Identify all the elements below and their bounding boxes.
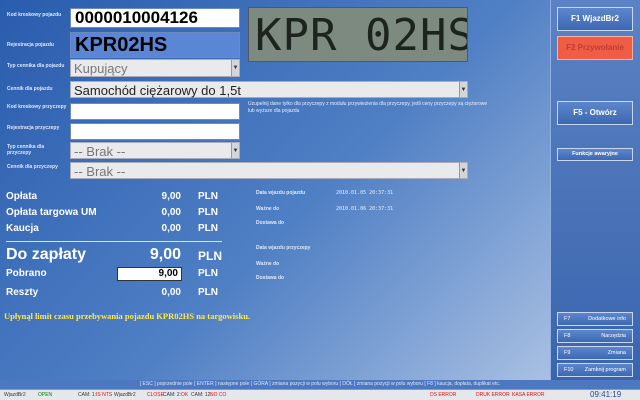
status-error-3: KASA ERROR — [512, 392, 545, 398]
trailer-delivery-label: Dostawa do — [256, 275, 285, 281]
trailer-barcode-field[interactable] — [70, 103, 240, 120]
fee-value: 9,00 — [161, 191, 181, 202]
fee-row-pobrano: Pobrano PLN — [6, 268, 226, 282]
fee-label: Opłata targowa UM — [6, 207, 97, 218]
trailer-reg-field[interactable] — [70, 123, 240, 140]
valid-label: Ważne do — [256, 206, 280, 212]
chevron-down-icon[interactable]: ▼ — [459, 163, 467, 178]
delivery-label: Dostawa do — [256, 220, 285, 226]
keyboard-hints-bar: [ ESC ] poprzednie pole [ ENTER ] następ… — [0, 380, 640, 389]
plate-text: KPR 02HS — [255, 10, 468, 61]
trailer-reg-label: Rejestracja przyczepy — [7, 125, 60, 131]
clock: 09:41:19 — [590, 390, 622, 399]
fee-row-reszty: Reszty 0,00 PLN — [6, 287, 226, 301]
status-gate-2: WjazdBr2 — [114, 392, 136, 398]
trailer-type-select[interactable]: -- Brak -- ▼ — [70, 142, 240, 159]
status-cam-2: CAM: 2: — [163, 392, 182, 398]
currency: PLN — [198, 223, 218, 234]
fee-label: Opłata — [6, 191, 38, 202]
status-gate-1-state: OPEN — [38, 392, 53, 398]
vehicle-type-label: Typ cennika dla pojazdu — [7, 63, 65, 69]
vehicle-type-select[interactable]: Kupujący ▼ — [70, 59, 240, 77]
trailer-type-label: Typ cennika dla przyczepy — [7, 144, 45, 156]
chevron-down-icon[interactable]: ▼ — [231, 143, 239, 158]
trailer-note: Uzupełnij dane tylko dla przyczepy z mod… — [248, 101, 488, 114]
f9-button[interactable]: F9 Zmiana — [557, 346, 633, 360]
barcode-field[interactable]: 0000010004126 — [70, 8, 240, 28]
pobrano-input[interactable]: 9,00 — [117, 267, 182, 281]
valid-value: 2010.01.06 20:37:31 — [336, 206, 394, 212]
key-label: F9 — [564, 350, 571, 356]
reszty-label: Reszty — [6, 287, 39, 298]
key-label: F8 — [564, 333, 571, 339]
registration-field[interactable]: KPR02HS — [70, 32, 240, 58]
f10-button[interactable]: F10 Zamknij program — [557, 363, 633, 377]
status-cam-12-value: NO CO — [210, 392, 227, 398]
barcode-label: Kod kreskowy pojazdu — [7, 12, 62, 18]
chevron-down-icon[interactable]: ▼ — [231, 60, 239, 76]
vehicle-pricelist-label: Cennik dla pojazdu — [7, 86, 53, 92]
key-label: F10 — [564, 367, 574, 373]
trailer-valid-label: Ważne do — [256, 261, 280, 267]
plate-camera-image: KPR 02HS — [248, 7, 468, 62]
status-error-2: DRUK ERROR — [476, 392, 510, 398]
status-bar: WjazdBr2 OPEN CAM: 1: IS NTS WjazdBr2 CL… — [0, 389, 640, 400]
total-value: 9,00 — [149, 246, 181, 263]
main-panel: Kod kreskowy pojazdu 0000010004126 Rejes… — [0, 0, 550, 380]
fee-label: Kaucja — [6, 223, 39, 234]
total-label: Do zapłaty — [6, 246, 87, 263]
status-cam-12: CAM: 12: — [191, 392, 212, 398]
button-label: Zamknij program — [584, 367, 626, 373]
button-label: Zmiana — [607, 350, 626, 356]
f8-button[interactable]: F8 Narzędzia — [557, 329, 633, 343]
trailer-entry-label: Data wjazdu przyczepy — [256, 245, 311, 251]
vehicle-pricelist-value: Samochód ciężarowy do 1,5t — [74, 83, 241, 98]
pobrano-label: Pobrano — [6, 268, 47, 279]
status-cam-2-value: OK — [181, 392, 189, 398]
currency: PLN — [198, 268, 218, 279]
status-gate-2-state: CLOSE — [147, 392, 164, 398]
vehicle-entry-value: 2010.01.05 20:37:31 — [336, 190, 394, 196]
vehicle-type-value: Kupujący — [74, 61, 128, 76]
fee-value: 0,00 — [161, 207, 181, 218]
currency: PLN — [198, 249, 222, 263]
f7-button[interactable]: F7 Dodatkowe info — [557, 312, 633, 326]
status-cam-1-value: IS NTS — [96, 392, 113, 398]
fee-row-targowa: Opłata targowa UM 0,00 PLN — [6, 207, 226, 221]
warning-message: Upłynął limit czasu przebywania pojazdu … — [4, 311, 251, 321]
status-gate-1: WjazdBr2 — [4, 392, 26, 398]
f1-button[interactable]: F1 WjazdBr2 — [557, 7, 633, 31]
key-label: F7 — [564, 316, 571, 322]
trailer-pricelist-value: -- Brak -- — [74, 164, 126, 179]
vehicle-pricelist-select[interactable]: Samochód ciężarowy do 1,5t ▼ — [70, 81, 468, 98]
fee-row-kaucja: Kaucja 0,00 PLN — [6, 223, 226, 237]
vehicle-entry-label: Data wjazdu pojazdu — [256, 190, 306, 196]
trailer-type-value: -- Brak -- — [74, 144, 126, 159]
status-error-1: DS ERROR — [430, 392, 457, 398]
currency: PLN — [198, 207, 218, 218]
chevron-down-icon[interactable]: ▼ — [459, 82, 467, 97]
button-label: Narzędzia — [601, 333, 626, 339]
trailer-pricelist-label: Cennik dla przyczepy — [7, 164, 58, 170]
emergency-functions-button[interactable]: Funkcje awaryjne — [557, 148, 633, 161]
trailer-pricelist-select[interactable]: -- Brak -- ▼ — [70, 162, 468, 179]
divider — [6, 241, 222, 242]
button-label: Dodatkowe info — [588, 316, 626, 322]
trailer-barcode-label: Kod kreskowy przyczepy — [7, 104, 67, 110]
currency: PLN — [198, 191, 218, 202]
f5-open-button[interactable]: F5 - Otwórz — [557, 101, 633, 125]
fee-value: 0,00 — [161, 223, 181, 234]
registration-label: Rejestracja pojazdu — [7, 42, 54, 48]
reszty-value: 0,00 — [161, 287, 181, 298]
status-cam-1: CAM: 1: — [78, 392, 97, 398]
fee-row-oplata: Opłata 9,00 PLN — [6, 191, 226, 205]
currency: PLN — [198, 287, 218, 298]
fee-row-total: Do zapłaty 9,00 PLN — [6, 246, 226, 266]
f2-red-button[interactable]: F2 Przywołanie — [557, 36, 633, 60]
